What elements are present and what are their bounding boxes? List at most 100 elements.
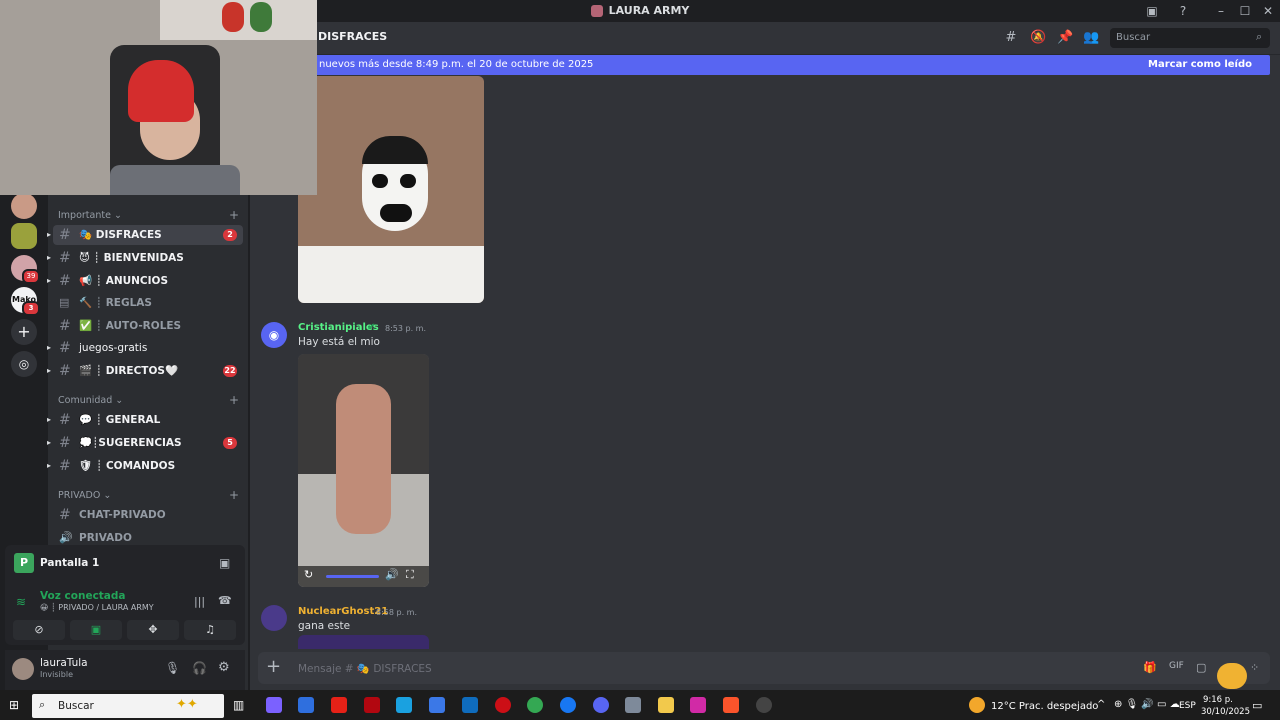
weather-text[interactable]: 12°C Prac. despejado bbox=[991, 701, 1098, 712]
channel-disfraces[interactable]: ▸ # 🎭 DISFRACES 2 bbox=[47, 225, 243, 245]
task-view-icon[interactable]: ▥ bbox=[233, 698, 244, 712]
threads-icon[interactable]: # bbox=[1003, 30, 1019, 46]
user-status: Invisible bbox=[40, 670, 73, 679]
help-icon[interactable]: ? bbox=[1171, 0, 1195, 22]
microphone-icon[interactable]: 🎙 bbox=[165, 661, 180, 675]
search-icon: ⌕ bbox=[39, 698, 46, 711]
activities-button[interactable]: ✥ bbox=[127, 620, 179, 640]
channel-directos[interactable]: ▸ # 🎬 ┊ DIRECTOS🤍 22 bbox=[47, 361, 243, 381]
members-icon[interactable]: 👥 bbox=[1083, 30, 1099, 46]
file-explorer-icon[interactable] bbox=[658, 697, 674, 713]
maximize-button[interactable]: ☐ bbox=[1233, 0, 1257, 22]
close-button[interactable]: ✕ bbox=[1256, 0, 1280, 22]
opera-icon[interactable] bbox=[495, 697, 511, 713]
clock-time[interactable]: 9:16 p. bbox=[1203, 695, 1233, 705]
server-icon[interactable] bbox=[11, 193, 37, 219]
avatar[interactable] bbox=[261, 605, 287, 631]
channel-chat-privado[interactable]: # CHAT-PRIVADO bbox=[53, 505, 243, 525]
discover-icon[interactable]: ◎ bbox=[11, 351, 37, 377]
fullscreen-icon[interactable]: ⛶ bbox=[406, 568, 414, 582]
noise-suppression-icon[interactable]: ||| bbox=[194, 595, 205, 608]
replay-icon[interactable]: ↻ bbox=[304, 568, 313, 581]
search-input[interactable]: Buscar bbox=[1110, 28, 1270, 48]
add-channel-icon[interactable]: + bbox=[229, 208, 239, 222]
add-attachment-icon[interactable]: + bbox=[266, 656, 281, 677]
avatar[interactable]: ◉ bbox=[261, 322, 287, 348]
netflix-icon[interactable] bbox=[364, 697, 380, 713]
camera-off-button[interactable]: ⊘ bbox=[13, 620, 65, 640]
add-server-icon[interactable]: + bbox=[11, 319, 37, 345]
discord-icon[interactable] bbox=[593, 697, 609, 713]
emoji-icon[interactable] bbox=[1217, 663, 1247, 689]
minimize-button[interactable]: – bbox=[1209, 0, 1233, 22]
pin-icon[interactable]: 📌 bbox=[1057, 30, 1073, 46]
channel-bienvenidas[interactable]: ▸ # 😈 ┊ BIENVENIDAS bbox=[47, 248, 243, 268]
outlook-icon[interactable] bbox=[462, 697, 478, 713]
category-comunidad[interactable]: Comunidad ⌄ bbox=[58, 395, 123, 406]
server-logo-icon bbox=[590, 5, 603, 17]
sticker-icon[interactable]: ▢ bbox=[1196, 661, 1206, 674]
attachment-image[interactable] bbox=[298, 635, 429, 649]
app-icon[interactable] bbox=[625, 697, 641, 713]
channel-juegos-gratis[interactable]: ▸ # juegos-gratis bbox=[47, 338, 243, 358]
gif-icon[interactable]: GIF bbox=[1169, 661, 1184, 671]
gear-icon[interactable]: ⚙ bbox=[218, 660, 230, 675]
screen-share-icon[interactable]: ▣ bbox=[1140, 0, 1164, 22]
red-beanie bbox=[128, 60, 194, 122]
channel-sugerencias[interactable]: ▸ # 💭┊SUGERENCIAS 5 bbox=[47, 433, 243, 453]
voice-channel[interactable]: 😀 ┊ PRIVADO / LAURA ARMY bbox=[40, 603, 154, 612]
channel-reglas[interactable]: ▤ 🔨 ┊ REGLAS bbox=[53, 293, 243, 313]
app-icon[interactable] bbox=[756, 697, 772, 713]
volume-icon[interactable]: 🔊 bbox=[385, 568, 399, 581]
channel-general[interactable]: ▸ # 💬 ┊ GENERAL bbox=[47, 410, 243, 430]
server-icon[interactable] bbox=[11, 223, 37, 249]
add-channel-icon[interactable]: + bbox=[229, 488, 239, 502]
server-icon-mako[interactable]: Mako 3 bbox=[11, 287, 40, 316]
add-channel-icon[interactable]: + bbox=[229, 393, 239, 407]
channel-comandos[interactable]: ▸ # 🛡 ┊ COMANDOS bbox=[47, 456, 243, 476]
start-icon[interactable]: ⊞ bbox=[9, 698, 19, 712]
server-icon-laura-army[interactable]: 39 bbox=[11, 255, 40, 284]
avatar[interactable] bbox=[12, 658, 34, 680]
youtube-icon[interactable] bbox=[331, 697, 347, 713]
stop-stream-icon[interactable]: ▣ bbox=[219, 556, 230, 570]
message-author[interactable]: NuclearGhost21 bbox=[298, 606, 388, 617]
volume-slider[interactable] bbox=[326, 575, 379, 578]
edge-icon[interactable] bbox=[396, 697, 412, 713]
notification-icon[interactable]: ▭ bbox=[1252, 699, 1262, 712]
attachment-image[interactable] bbox=[298, 76, 484, 303]
channel-auto-roles[interactable]: # ✅ ┊ AUTO-ROLES bbox=[53, 316, 243, 336]
username[interactable]: lauraTula bbox=[40, 657, 88, 669]
gift-icon[interactable]: 🎁 bbox=[1143, 661, 1157, 674]
disconnect-icon[interactable]: ☎ bbox=[218, 594, 232, 607]
new-messages-bar[interactable]: nuevos más desde 8:49 p.m. el 20 de octu… bbox=[310, 55, 1270, 75]
headphones-icon[interactable]: 🎧 bbox=[192, 661, 207, 675]
screen-share-button[interactable]: ▣ bbox=[70, 620, 122, 640]
sparkle-icon: ✦✦ bbox=[176, 697, 198, 712]
stream-preview-icon: P bbox=[14, 553, 34, 573]
mark-read-button[interactable]: Marcar como leído bbox=[1148, 55, 1252, 75]
soundboard-button[interactable]: ♫ bbox=[184, 620, 236, 640]
attachment-video[interactable]: ↻ 🔊 ⛶ bbox=[298, 354, 429, 587]
copilot-icon[interactable] bbox=[266, 697, 282, 713]
category-importante[interactable]: Importante ⌄ bbox=[58, 210, 122, 221]
chrome-icon[interactable] bbox=[527, 697, 543, 713]
taskbar-search-input[interactable]: ⌕ Buscar ✦✦ bbox=[32, 694, 224, 718]
message-time: 8:58 p. m. bbox=[376, 608, 418, 617]
channel-anuncios[interactable]: ▸ # 📢 ┊ ANUNCIOS bbox=[47, 271, 243, 291]
tray-icons[interactable]: ⊕ 🎙 🔊 ▭ ☁ bbox=[1114, 699, 1180, 710]
app-icon[interactable] bbox=[429, 697, 445, 713]
language-indicator[interactable]: ESP bbox=[1179, 701, 1196, 711]
page-title: DISFRACES bbox=[318, 30, 388, 43]
message-input[interactable]: Mensaje # 🎭 DISFRACES bbox=[298, 662, 432, 675]
voice-status[interactable]: Voz conectada bbox=[40, 590, 126, 602]
facebook-icon[interactable] bbox=[560, 697, 576, 713]
brave-icon[interactable] bbox=[723, 697, 739, 713]
category-privado[interactable]: PRIVADO ⌄ bbox=[58, 490, 111, 501]
notifications-icon[interactable]: 🔕 bbox=[1030, 30, 1046, 46]
chevron-up-icon[interactable]: ^ bbox=[1097, 699, 1105, 710]
app-icon[interactable] bbox=[690, 697, 706, 713]
apps-icon[interactable]: ⁘ bbox=[1250, 661, 1259, 674]
clock-date[interactable]: 30/10/2025 bbox=[1201, 707, 1250, 717]
store-icon[interactable] bbox=[298, 697, 314, 713]
